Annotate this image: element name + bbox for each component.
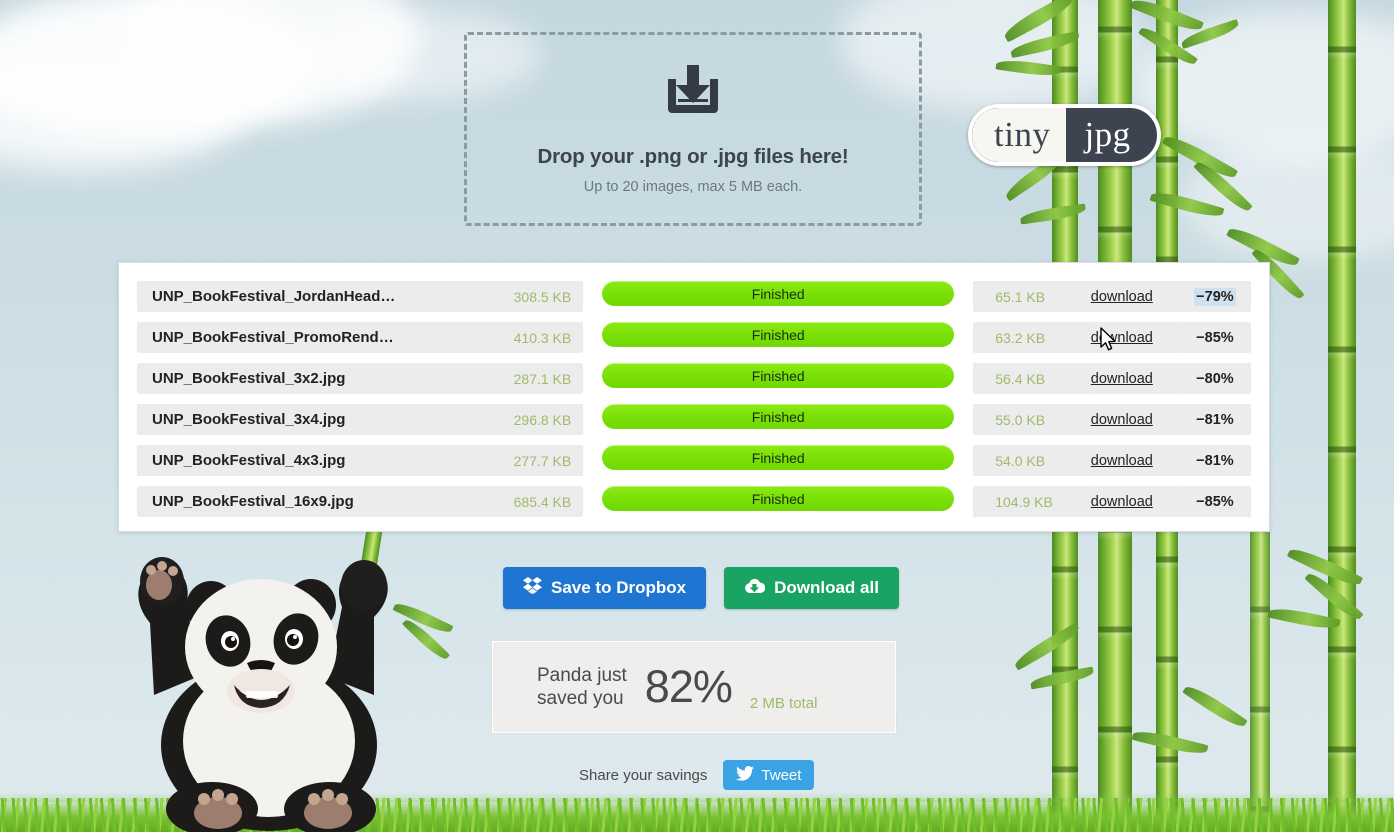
progress-bar-cell: Finished (597, 363, 959, 394)
download-link[interactable]: download (1091, 330, 1153, 346)
savings-percent-value: −80% (1196, 370, 1234, 387)
download-tray-icon (663, 63, 723, 123)
download-link[interactable]: download (1091, 371, 1153, 387)
download-all-label: Download all (774, 578, 879, 597)
tinyjpg-logo[interactable]: tiny jpg (968, 104, 1161, 166)
compressed-size: 55.0 KB (973, 404, 1091, 435)
download-link[interactable]: download (1091, 494, 1153, 510)
logo-jpg-text: jpg (1084, 115, 1131, 154)
download-cell: download (1090, 363, 1179, 394)
save-to-dropbox-label: Save to Dropbox (551, 578, 687, 597)
original-size: 287.1 KB (502, 363, 584, 394)
download-link[interactable]: download (1091, 453, 1153, 469)
progress-bar: Finished (602, 322, 955, 347)
original-size: 277.7 KB (502, 445, 584, 476)
download-link[interactable]: download (1091, 289, 1153, 305)
progress-bar-cell: Finished (597, 445, 959, 476)
progress-bar-cell: Finished (597, 404, 959, 435)
table-row: UNP_BookFestival_3x2.jpg 287.1 KB Finished… (137, 363, 1251, 394)
file-name: UNP_BookFestival_3x2.jpg (137, 363, 503, 394)
compressed-size: 56.4 KB (973, 363, 1091, 394)
progress-status: Finished (751, 408, 805, 425)
file-name: UNP_BookFestival_JordanHead… (137, 281, 503, 312)
dropzone-subtitle: Up to 20 images, max 5 MB each. (583, 179, 803, 195)
progress-status: Finished (751, 367, 805, 384)
table-row: UNP_BookFestival_16x9.jpg 685.4 KB Finishe… (137, 486, 1251, 517)
savings-percent-value: −85% (1196, 329, 1234, 346)
share-section: Share your savings Tweet (579, 760, 815, 790)
action-buttons: Save to Dropbox Download all (503, 567, 899, 609)
progress-bar: Finished (602, 363, 955, 388)
original-size: 410.3 KB (502, 322, 584, 353)
panda-mascot (106, 545, 456, 832)
savings-percent-cell: −80% (1178, 363, 1251, 394)
file-name: UNP_BookFestival_3x4.jpg (137, 404, 503, 435)
logo-tiny-text: tiny (972, 108, 1067, 162)
savings-percent-cell: −85% (1178, 322, 1251, 353)
progress-status: Finished (751, 449, 805, 466)
compressed-size: 63.2 KB (973, 322, 1091, 353)
save-to-dropbox-button[interactable]: Save to Dropbox (503, 567, 707, 609)
download-cell: download (1090, 445, 1179, 476)
progress-bar-cell: Finished (597, 281, 959, 312)
progress-status: Finished (751, 326, 805, 343)
savings-percent-cell: −85% (1178, 486, 1251, 517)
savings-summary: Panda just saved you 82% 2 MB total (491, 640, 897, 734)
file-name: UNP_BookFestival_PromoRend… (137, 322, 503, 353)
twitter-bird-icon (736, 765, 755, 785)
savings-label: Panda just saved you (537, 664, 627, 710)
savings-percent-value: −81% (1196, 452, 1234, 469)
dropzone[interactable]: Drop your .png or .jpg files here! Up to… (464, 32, 922, 226)
savings-percent: 82% (644, 661, 733, 712)
savings-label-line1: Panda just (537, 665, 627, 686)
compressed-size: 54.0 KB (973, 445, 1091, 476)
download-cell: download (1090, 322, 1179, 353)
download-cell: download (1090, 486, 1179, 517)
share-label: Share your savings (579, 766, 708, 784)
panda-illustration (138, 557, 388, 832)
savings-percent-cell: −81% (1178, 404, 1251, 435)
download-all-button[interactable]: Download all (724, 567, 899, 609)
progress-bar: Finished (602, 445, 955, 470)
original-size: 308.5 KB (502, 281, 584, 312)
compressed-size: 65.1 KB (973, 281, 1091, 312)
tweet-label: Tweet (761, 766, 802, 784)
dropzone-title: Drop your .png or .jpg files here! (537, 145, 849, 168)
table-row: UNP_BookFestival_3x4.jpg 296.8 KB Finished… (137, 404, 1251, 435)
progress-bar: Finished (602, 486, 955, 511)
download-cell: download (1090, 281, 1179, 312)
savings-percent-value: −79% (1194, 287, 1236, 306)
savings-label-line2: saved you (537, 688, 624, 709)
results-rows: UNP_BookFestival_JordanHead… 308.5 KB Fini… (137, 281, 1251, 517)
savings-percent-cell: −81% (1178, 445, 1251, 476)
progress-bar: Finished (602, 404, 955, 429)
download-cell: download (1090, 404, 1179, 435)
savings-total: 2 MB total (749, 695, 818, 712)
progress-bar: Finished (602, 281, 955, 306)
compressed-size: 104.9 KB (973, 486, 1091, 517)
savings-percent-value: −81% (1196, 411, 1234, 428)
progress-status: Finished (751, 490, 805, 507)
savings-percent-value: −85% (1196, 493, 1234, 510)
table-row: UNP_BookFestival_PromoRend… 410.3 KB Finis… (137, 322, 1251, 353)
download-link[interactable]: download (1091, 412, 1153, 428)
table-row: UNP_BookFestival_4x3.jpg 277.7 KB Finished… (137, 445, 1251, 476)
tweet-button[interactable]: Tweet (723, 760, 815, 790)
original-size: 296.8 KB (502, 404, 584, 435)
progress-bar-cell: Finished (597, 322, 959, 353)
cloud-download-icon (744, 578, 766, 599)
table-row: UNP_BookFestival_JordanHead… 308.5 KB Fini… (137, 281, 1251, 312)
original-size: 685.4 KB (502, 486, 584, 517)
dropbox-icon (523, 577, 542, 599)
file-name: UNP_BookFestival_16x9.jpg (137, 486, 503, 517)
file-name: UNP_BookFestival_4x3.jpg (137, 445, 503, 476)
savings-percent-cell: −79% (1178, 281, 1251, 312)
progress-status: Finished (751, 285, 805, 302)
results-panel: UNP_BookFestival_JordanHead… 308.5 KB Fini… (118, 262, 1270, 532)
progress-bar-cell: Finished (597, 486, 959, 517)
